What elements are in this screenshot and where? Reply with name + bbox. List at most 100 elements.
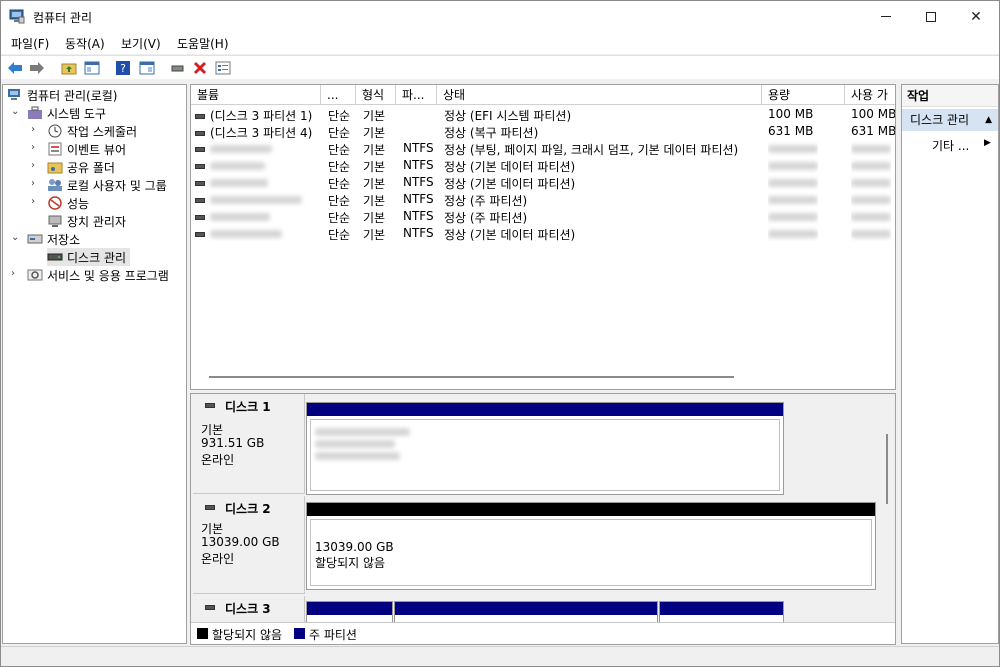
performance-icon — [48, 196, 62, 210]
volume-status: 정상 (기본 데이터 파티션) — [444, 160, 576, 174]
properties-button[interactable] — [214, 59, 232, 77]
toolbar: ? — [1, 55, 999, 79]
column-header-volume[interactable]: 볼륨 — [191, 85, 321, 105]
column-header-capacity[interactable]: 용량 — [762, 85, 845, 105]
show-hide-tree-button[interactable] — [83, 59, 101, 77]
delete-button[interactable] — [191, 59, 209, 77]
disk-1-partition[interactable] — [306, 402, 784, 495]
forward-button[interactable] — [28, 59, 46, 77]
storage-icon — [27, 234, 43, 244]
show-hide-tree-icon — [84, 61, 100, 75]
tree-item-device-manager[interactable]: 장치 관리자 — [47, 212, 126, 230]
connect-button[interactable] — [169, 59, 187, 77]
redacted-capacity — [768, 196, 818, 204]
chevron-right-icon[interactable]: › — [31, 178, 35, 189]
table-row[interactable]: (디스크 3 파티션 4) 단순 기본 정상 (복구 파티션) 631 MB 6… — [191, 123, 896, 140]
redacted-volume-name — [210, 162, 265, 170]
horizontal-scrollbar[interactable] — [209, 376, 734, 378]
disk-name: 디스크 2 — [225, 502, 271, 516]
column-header-type[interactable]: 형식 — [356, 85, 396, 105]
minimize-icon — [881, 16, 891, 17]
redacted-capacity — [768, 145, 818, 153]
computer-management-icon — [9, 9, 25, 24]
event-log-icon — [48, 142, 62, 156]
disk-1-label[interactable]: 디스크 1 기본 931.51 GB 온라인 — [193, 394, 305, 494]
table-row[interactable]: 단순 기본 NTFS 정상 (기본 데이터 파티션) — [191, 157, 895, 174]
column-header-free-space[interactable]: 사용 가 — [845, 85, 895, 105]
table-row[interactable]: 단순 기본 NTFS 정상 (주 파티션) — [191, 208, 895, 225]
computer-management-window: 컴퓨터 관리 ✕ 파일(F) 동작(A) 보기(V) 도움말(H) ? 컴퓨터 … — [0, 0, 1000, 667]
tree-item-shared-folders[interactable]: 공유 폴더 — [47, 158, 115, 176]
chevron-right-icon[interactable]: › — [31, 124, 35, 135]
column-header-status[interactable]: 상태 — [437, 85, 762, 105]
disk-2-unallocated[interactable]: 13039.00 GB 할당되지 않음 — [306, 502, 876, 590]
table-row[interactable]: 단순 기본 NTFS 정상 (부팅, 페이지 파일, 크래시 덤프, 기본 데이… — [191, 140, 895, 157]
table-row[interactable]: 단순 기본 NTFS 정상 (주 파티션) — [191, 191, 895, 208]
chevron-down-icon[interactable]: ⌄ — [11, 232, 19, 243]
action-more-label: 기타 ... — [932, 139, 970, 153]
volume-filesystem: NTFS — [403, 226, 434, 240]
menu-action[interactable]: 동작(A) — [65, 35, 105, 52]
shared-folder-icon — [47, 162, 63, 174]
tree-item-local-users[interactable]: 로컬 사용자 및 그룹 — [47, 176, 167, 194]
chevron-right-icon[interactable]: › — [31, 196, 35, 207]
up-button[interactable] — [60, 59, 78, 77]
action-more[interactable]: 기타 ... ▶ — [932, 137, 991, 154]
tree-item-performance[interactable]: 성능 — [47, 194, 89, 212]
vertical-scrollbar[interactable] — [886, 434, 888, 504]
menu-help[interactable]: 도움말(H) — [177, 35, 229, 52]
tree-item-disk-management[interactable]: 디스크 관리 — [47, 248, 131, 266]
tree-label-storage: 저장소 — [47, 232, 81, 247]
help-button[interactable]: ? — [114, 59, 132, 77]
partition-label: 할당되지 않음 — [315, 556, 386, 570]
disk-3-label[interactable]: 디스크 3 — [193, 596, 305, 622]
actions-group-disk-management[interactable]: 디스크 관리 ▲ — [902, 109, 998, 131]
maximize-button[interactable] — [908, 1, 954, 32]
table-row[interactable]: 단순 기본 NTFS 정상 (기본 데이터 파티션) — [191, 174, 895, 191]
tree-item-root[interactable]: 컴퓨터 관리(로컬) — [7, 86, 117, 104]
tree-item-task-scheduler[interactable]: 작업 스케줄러 — [47, 122, 137, 140]
volume-layout: 단순 — [328, 228, 351, 242]
redacted-free-space — [851, 213, 891, 221]
primary-partition-bar — [660, 602, 783, 615]
disk-2-label[interactable]: 디스크 2 기본 13039.00 GB 온라인 — [193, 496, 305, 594]
partition-details — [310, 419, 780, 491]
redacted-capacity — [768, 230, 818, 238]
close-button[interactable]: ✕ — [953, 1, 999, 32]
volume-free-space: 631 MB — [851, 124, 896, 138]
column-header-filesystem[interactable]: 파... — [396, 85, 437, 105]
chevron-right-icon[interactable]: › — [31, 160, 35, 171]
menu-file[interactable]: 파일(F) — [11, 35, 49, 52]
tree-item-storage[interactable]: 저장소 — [27, 230, 80, 248]
tree-item-event-viewer[interactable]: 이벤트 뷰어 — [47, 140, 126, 158]
table-row[interactable]: (디스크 3 파티션 1) 단순 기본 정상 (EFI 시스템 파티션) 100… — [191, 106, 896, 123]
chevron-down-icon[interactable]: ⌄ — [11, 106, 19, 117]
menu-view[interactable]: 보기(V) — [121, 35, 161, 52]
toolbox-icon — [28, 106, 42, 119]
volume-status: 정상 (부팅, 페이지 파일, 크래시 덤프, 기본 데이터 파티션) — [444, 143, 739, 157]
column-header-layout[interactable]: ... — [321, 85, 356, 105]
volume-free-space: 100 MB — [851, 107, 896, 121]
volume-layout: 단순 — [328, 143, 351, 157]
maximize-icon — [926, 11, 936, 22]
table-row[interactable]: 단순 기본 NTFS 정상 (기본 데이터 파티션) — [191, 225, 895, 242]
navigation-tree: 컴퓨터 관리(로컬) ⌄ 시스템 도구 › 작업 스케줄러 › 이벤트 뷰어 ›… — [2, 84, 187, 644]
minimize-button[interactable] — [863, 1, 909, 32]
volume-type: 기본 — [363, 194, 386, 208]
disk-icon — [205, 505, 215, 510]
chevron-right-icon[interactable]: › — [11, 268, 15, 279]
show-hide-action-icon — [139, 61, 155, 75]
computer-management-icon — [8, 89, 20, 100]
back-button[interactable] — [6, 59, 24, 77]
chevron-right-icon[interactable]: › — [31, 142, 35, 153]
partition-size: 13039.00 GB — [315, 540, 394, 554]
show-hide-action-button[interactable] — [138, 59, 156, 77]
properties-icon — [215, 61, 231, 75]
volume-type: 기본 — [363, 228, 386, 242]
tree-item-system-tools[interactable]: 시스템 도구 — [27, 104, 106, 122]
disk-icon — [205, 403, 215, 408]
redacted-partition-size — [315, 440, 395, 448]
tree-item-services[interactable]: 서비스 및 응용 프로그램 — [27, 266, 169, 284]
redacted-volume-name — [210, 196, 302, 204]
volume-icon — [195, 232, 205, 237]
